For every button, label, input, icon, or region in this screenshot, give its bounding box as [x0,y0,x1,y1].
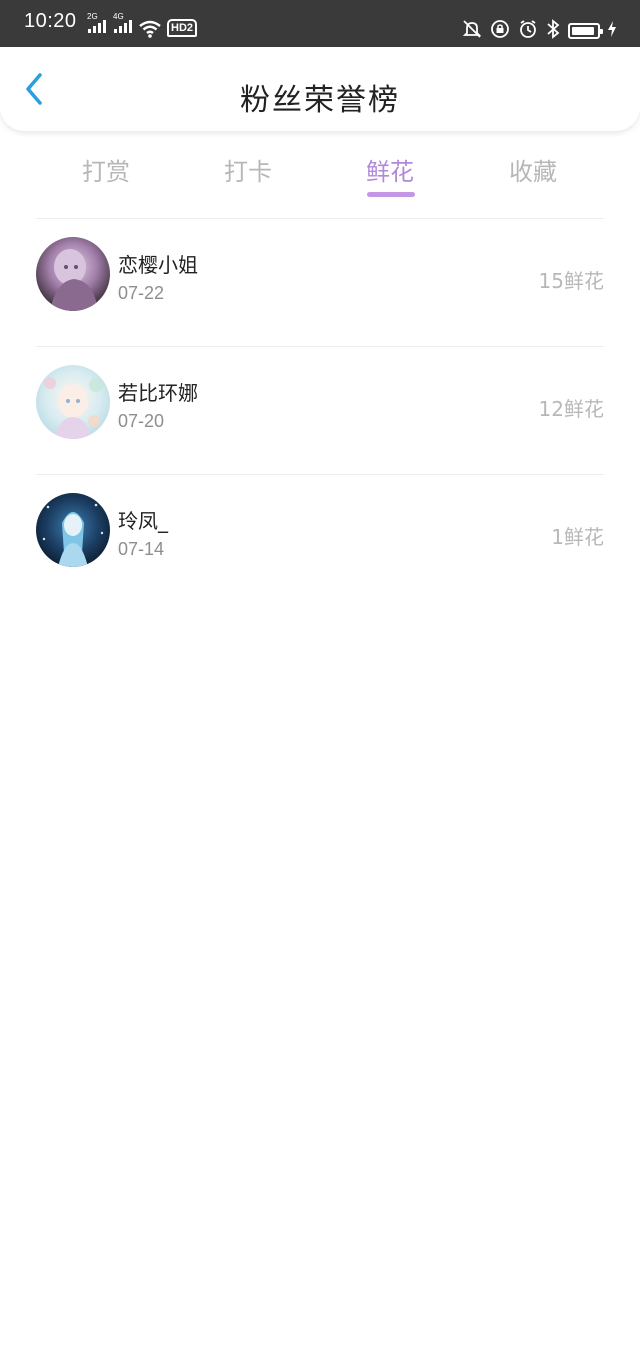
flower-count: 15鲜花 [538,269,604,293]
list-item[interactable]: 若比环娜 07-20 12鲜花 [36,346,604,474]
fan-name: 恋樱小姐 [118,253,198,277]
wifi-icon [138,20,162,42]
fan-list: 恋樱小姐 07-22 15鲜花 若比环娜 07-20 12鲜花 玲凤_ 07-1… [0,218,640,602]
avatar [36,493,110,567]
fan-date: 07-20 [118,411,165,431]
active-tab-indicator [367,192,415,197]
charging-icon [608,21,616,41]
tab-flowers[interactable]: 鲜花 [340,152,440,187]
signal-2g-icon: 2G [87,12,106,33]
tab-checkin[interactable]: 打卡 [198,152,298,187]
fan-date: 07-22 [118,283,165,303]
status-bar: 10:20 2G 4G HD2 [0,0,640,47]
avatar [36,237,110,311]
hd-voice-icon: HD2 [167,19,198,37]
list-item[interactable]: 玲凤_ 07-14 1鲜花 [36,474,604,602]
tab-bar: 打赏 打卡 鲜花 收藏 [0,140,640,202]
flower-count: 12鲜花 [538,397,604,421]
signal-4g-icon: 4G [113,12,132,33]
header-bar: 粉丝荣誉榜 [0,47,640,131]
flower-count: 1鲜花 [551,525,604,549]
fan-name: 玲凤_ [118,509,168,533]
bluetooth-icon [546,19,560,43]
status-time: 10:20 [24,10,77,32]
tab-reward[interactable]: 打赏 [56,152,156,187]
alarm-clock-icon [518,19,538,43]
list-item[interactable]: 恋樱小姐 07-22 15鲜花 [36,218,604,346]
battery-icon [568,23,603,39]
rotation-lock-icon [490,19,510,43]
page-title: 粉丝荣誉榜 [240,83,400,118]
fan-name: 若比环娜 [118,381,198,405]
status-icons-right [462,19,616,43]
tab-favorites[interactable]: 收藏 [483,152,583,187]
mute-bell-icon [462,19,482,43]
fan-date: 07-14 [118,539,165,559]
avatar [36,365,110,439]
